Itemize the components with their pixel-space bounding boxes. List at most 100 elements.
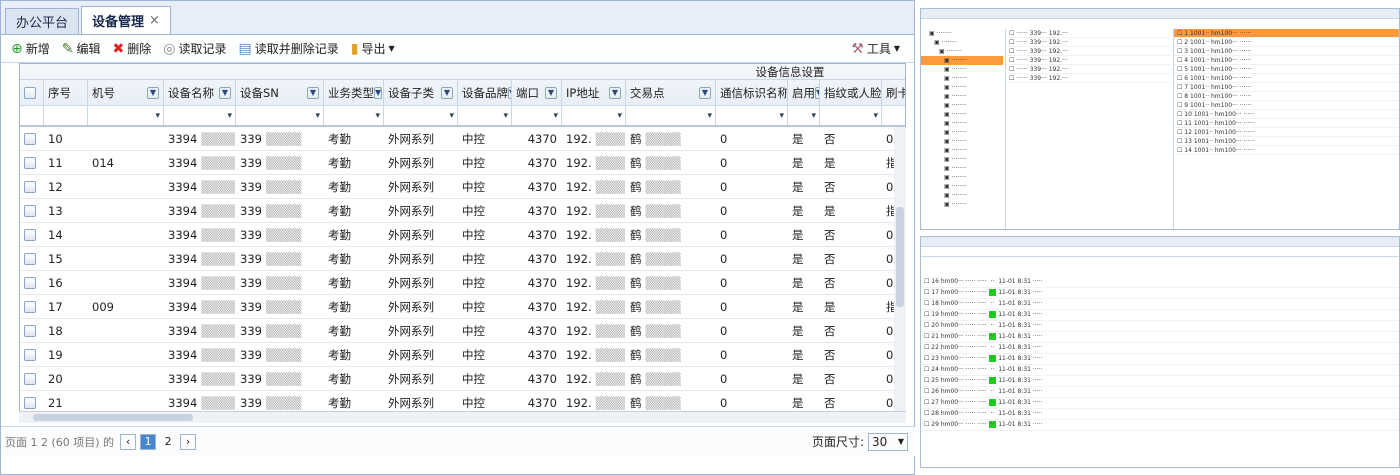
row-checkbox[interactable] xyxy=(20,319,44,342)
table-row[interactable]: 123394▒▒▒▒339▒▒▒▒考勤外网系列中控4370192.▒▒▒▒鹤▒▒… xyxy=(20,175,905,199)
column-header[interactable]: 交易点 ▼ xyxy=(626,80,716,105)
table-cell: 中控 xyxy=(458,127,512,150)
row-checkbox[interactable] xyxy=(20,247,44,270)
column-header[interactable]: 设备SN ▼ xyxy=(236,80,324,105)
column-header[interactable]: 端口 ▼ xyxy=(512,80,562,105)
cell-value: 18 xyxy=(48,323,63,338)
tree-line: ▣ ········ xyxy=(944,66,967,73)
tab-device-management[interactable]: 设备管理 × xyxy=(81,6,171,34)
column-filter[interactable]: ▾ xyxy=(88,106,164,125)
column-filter[interactable]: ▾ xyxy=(236,106,324,125)
column-filter[interactable]: ▾ xyxy=(882,106,905,125)
chevron-down-icon[interactable]: ▼ xyxy=(307,86,319,99)
cell-value: 是 xyxy=(792,323,804,338)
row-checkbox[interactable] xyxy=(20,223,44,246)
tab-office-platform[interactable]: 办公平台 xyxy=(5,8,80,34)
column-header[interactable]: 刷卡方式▼ xyxy=(882,80,905,105)
row-checkbox[interactable] xyxy=(20,271,44,294)
column-filter[interactable]: ▾ xyxy=(384,106,458,125)
chevron-down-icon[interactable]: ▼ xyxy=(219,86,231,99)
table-row[interactable]: 163394▒▒▒▒339▒▒▒▒考勤外网系列中控4370192.▒▒▒▒鹤▒▒… xyxy=(20,271,905,295)
table-row[interactable]: 170093394▒▒▒▒339▒▒▒▒考勤外网系列中控4370192.▒▒▒▒… xyxy=(20,295,905,319)
table-row[interactable]: 110143394▒▒▒▒339▒▒▒▒考勤外网系列中控4370192.▒▒▒▒… xyxy=(20,151,905,175)
cell-value: 0 xyxy=(886,347,894,362)
chevron-down-icon[interactable]: ▼ xyxy=(147,86,159,99)
cell-value: 17 xyxy=(48,299,63,314)
read-record-button[interactable]: ◎ 读取记录 xyxy=(157,38,232,60)
column-filter[interactable] xyxy=(44,106,88,125)
cell-value: 0 xyxy=(886,131,894,146)
tools-label: 工具 xyxy=(866,42,891,56)
table-row[interactable]: 183394▒▒▒▒339▒▒▒▒考勤外网系列中控4370192.▒▒▒▒鹤▒▒… xyxy=(20,319,905,343)
mini-row: ☐ 27 hm00··· ····· ····· ·· 11-01 8:31 ·… xyxy=(921,398,1399,409)
row-checkbox[interactable] xyxy=(20,295,44,318)
disc-icon: ◎ xyxy=(163,40,176,57)
masked-text: ▒▒▒▒ xyxy=(265,323,302,338)
table-row[interactable]: 153394▒▒▒▒339▒▒▒▒考勤外网系列中控4370192.▒▒▒▒鹤▒▒… xyxy=(20,247,905,271)
column-header[interactable]: 设备子类 ▼ xyxy=(384,80,458,105)
page-2-button[interactable]: 2 xyxy=(160,434,176,450)
chevron-down-icon[interactable]: ▼ xyxy=(374,86,383,99)
cell-value: 0 xyxy=(886,371,894,386)
chevron-down-icon[interactable]: ▼ xyxy=(545,86,557,99)
pager-info: 页面 1 2 (60 项目) 的 xyxy=(5,435,115,449)
column-header[interactable]: 设备名称 ▼ xyxy=(164,80,236,105)
scroll-thumb[interactable] xyxy=(33,414,193,421)
column-header[interactable]: 启用▼ xyxy=(788,80,820,105)
prev-page-button[interactable]: ‹ xyxy=(120,433,137,450)
table-row[interactable]: 193394▒▒▒▒339▒▒▒▒考勤外网系列中控4370192.▒▒▒▒鹤▒▒… xyxy=(20,343,905,367)
column-filter[interactable]: ▾ xyxy=(512,106,562,125)
column-filter[interactable]: ▾ xyxy=(164,106,236,125)
column-filter[interactable]: ▾ xyxy=(324,106,384,125)
export-button[interactable]: ▮ 导出 ▼ xyxy=(345,38,401,60)
column-header[interactable]: 机号 ▼ xyxy=(88,80,164,105)
table-row[interactable]: 203394▒▒▒▒339▒▒▒▒考勤外网系列中控4370192.▒▒▒▒鹤▒▒… xyxy=(20,367,905,391)
tools-button[interactable]: ⚒ 工具 ▼ xyxy=(845,38,906,60)
column-filter[interactable]: ▾ xyxy=(562,106,626,125)
masked-text: ▒▒▒▒ xyxy=(201,203,236,218)
table-cell: 0 xyxy=(716,343,788,366)
table-cell: 是 xyxy=(820,151,882,174)
column-header[interactable]: IP地址 ▼ xyxy=(562,80,626,105)
row-checkbox[interactable] xyxy=(20,343,44,366)
row-checkbox[interactable] xyxy=(20,367,44,390)
column-header[interactable]: 业务类型 ▼ xyxy=(324,80,384,105)
row-checkbox[interactable] xyxy=(20,151,44,174)
cell-value: 中控 xyxy=(462,323,485,338)
add-button[interactable]: ⊕ 新增 xyxy=(5,38,56,60)
row-checkbox[interactable] xyxy=(20,175,44,198)
column-header[interactable]: 序号 xyxy=(44,80,88,105)
column-header[interactable]: 通信标识名称▼ xyxy=(716,80,788,105)
column-filter[interactable]: ▾ xyxy=(788,106,820,125)
header-checkbox-cell[interactable] xyxy=(20,80,44,105)
column-filter[interactable]: ▾ xyxy=(458,106,512,125)
column-filter[interactable]: ▾ xyxy=(716,106,788,125)
horizontal-scrollbar[interactable] xyxy=(19,411,906,423)
masked-text: ▒▒▒▒ xyxy=(265,155,302,170)
page-1-button[interactable]: 1 xyxy=(140,433,157,450)
edit-button[interactable]: ✎ 编辑 xyxy=(56,38,107,60)
chevron-down-icon[interactable]: ▼ xyxy=(609,86,621,99)
close-icon[interactable]: × xyxy=(149,13,160,28)
masked-text: ▒▒▒▒ xyxy=(201,395,236,410)
row-checkbox[interactable] xyxy=(20,127,44,150)
cell-value: 339 xyxy=(240,395,262,410)
tree-line: ▣ ········ xyxy=(944,156,967,163)
table-row[interactable]: 103394▒▒▒▒339▒▒▒▒考勤外网系列中控4370192.▒▒▒▒鹤▒▒… xyxy=(20,127,905,151)
delete-button[interactable]: ✖ 删除 xyxy=(107,38,158,60)
read-delete-button[interactable]: ▤ 读取并删除记录 xyxy=(232,38,344,60)
column-filter[interactable]: ▾ xyxy=(626,106,716,125)
column-header[interactable]: 指纹或人脸机▼ xyxy=(820,80,882,105)
next-page-button[interactable]: › xyxy=(180,433,197,450)
chevron-down-icon[interactable]: ▼ xyxy=(699,86,711,99)
table-cell: 339▒▒▒▒ xyxy=(236,295,324,318)
table-row[interactable]: 133394▒▒▒▒339▒▒▒▒考勤外网系列中控4370192.▒▒▒▒鹤▒▒… xyxy=(20,199,905,223)
table-row[interactable]: 143394▒▒▒▒339▒▒▒▒考勤外网系列中控4370192.▒▒▒▒鹤▒▒… xyxy=(20,223,905,247)
column-header[interactable]: 设备品牌▼ xyxy=(458,80,512,105)
column-filter[interactable]: ▾ xyxy=(820,106,882,125)
row-checkbox[interactable] xyxy=(20,199,44,222)
chevron-down-icon[interactable]: ▼ xyxy=(441,86,453,99)
page-size-select[interactable]: 30 ▼ xyxy=(868,432,908,451)
scroll-thumb[interactable] xyxy=(896,207,904,307)
vertical-scrollbar[interactable] xyxy=(894,127,906,411)
